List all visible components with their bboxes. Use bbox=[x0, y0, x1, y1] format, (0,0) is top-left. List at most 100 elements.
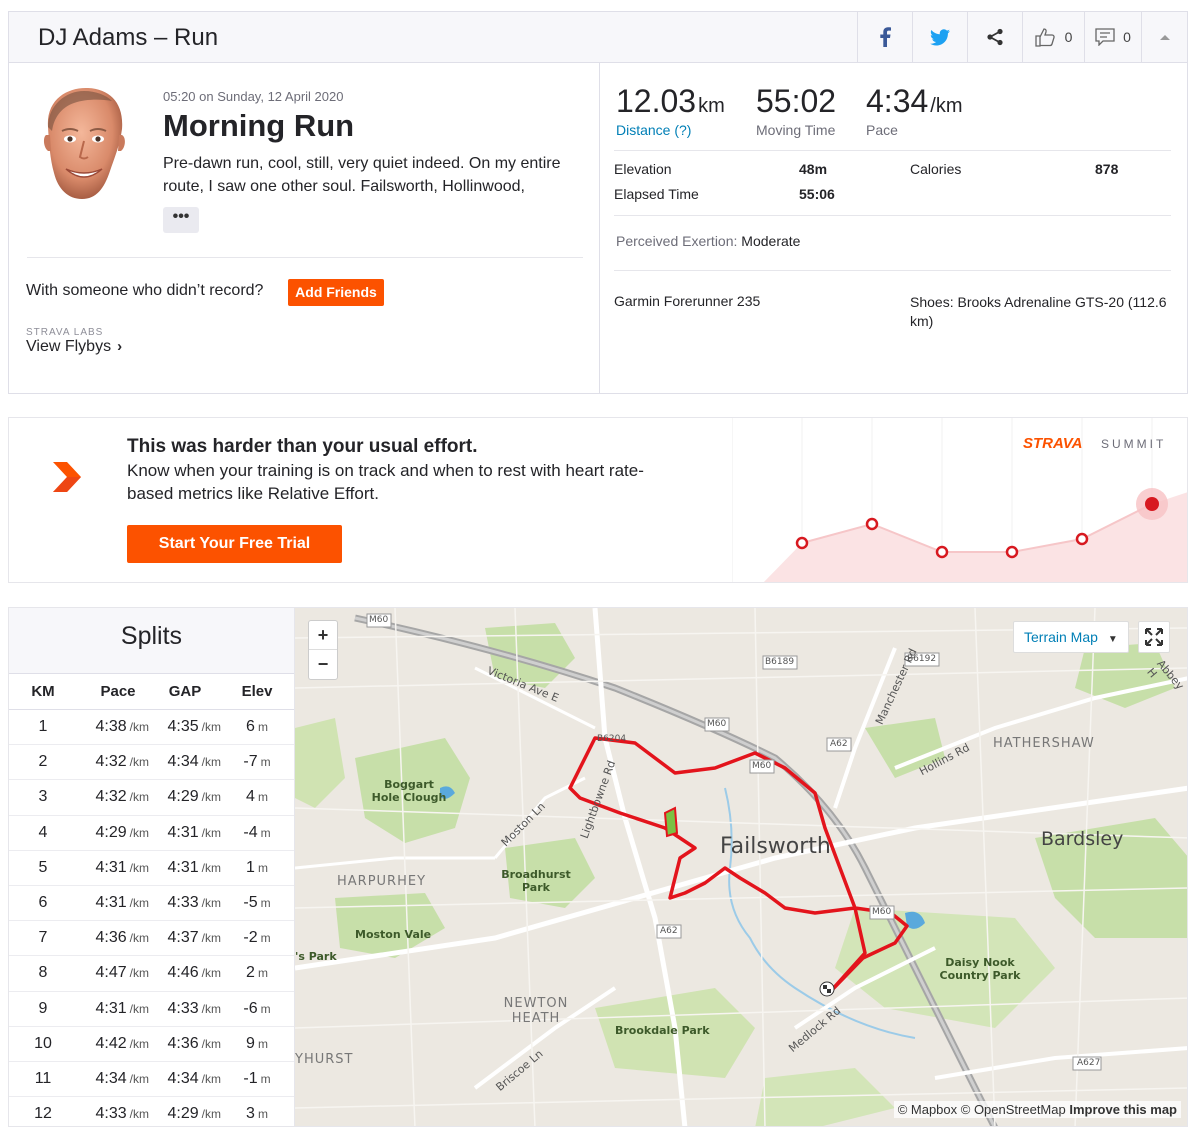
map-label-m60-4: M60 bbox=[872, 907, 892, 917]
split-km: 4 bbox=[38, 823, 48, 841]
split-gap-value: 4:36 bbox=[167, 1034, 199, 1052]
show-more-button[interactable]: ••• bbox=[163, 207, 199, 233]
effort-point bbox=[1075, 532, 1089, 546]
zoom-in-button[interactable]: + bbox=[309, 621, 337, 650]
table-row: 1 4:38/km 4:35/km 6 m bbox=[9, 710, 294, 746]
distance-help-link[interactable]: Distance (?) bbox=[616, 122, 725, 138]
share-icon bbox=[987, 28, 1003, 46]
split-pace-unit: /km bbox=[129, 860, 149, 875]
divider bbox=[614, 150, 1171, 151]
split-pace-value: 4:31 bbox=[95, 894, 127, 912]
terrain-map-dropdown[interactable]: Terrain Map ▼ bbox=[1013, 621, 1129, 653]
twitter-share-button[interactable] bbox=[912, 12, 967, 62]
split-km: 11 bbox=[34, 1069, 52, 1087]
pace-label: Pace bbox=[866, 122, 898, 138]
elevation-value: 48m bbox=[799, 161, 828, 177]
elevation-label: Elevation bbox=[614, 161, 672, 177]
kudos-button[interactable]: 0 bbox=[1022, 12, 1084, 62]
split-gap: 4:37/km bbox=[149, 929, 221, 947]
split-gap-value: 4:34 bbox=[167, 753, 199, 771]
facebook-share-button[interactable] bbox=[857, 12, 912, 62]
split-elev: -5 m bbox=[221, 894, 293, 912]
improve-map-link[interactable]: Improve this map bbox=[1069, 1102, 1177, 1117]
comments-count: 0 bbox=[1123, 29, 1131, 45]
split-km: 1 bbox=[38, 718, 48, 736]
split-elev-unit: m bbox=[257, 1036, 268, 1051]
split-pace-value: 4:38 bbox=[95, 718, 127, 736]
map-label-newton-heath: NEWTON HEATH bbox=[503, 996, 569, 1026]
activity-summary: 05:20 on Sunday, 12 April 2020 Morning R… bbox=[8, 63, 1188, 394]
table-row: 7 4:36/km 4:37/km -2 m bbox=[9, 921, 294, 957]
split-gap-value: 4:37 bbox=[167, 929, 199, 947]
comments-button[interactable]: 0 bbox=[1084, 12, 1141, 62]
share-button[interactable] bbox=[967, 12, 1022, 62]
split-gap-unit: /km bbox=[201, 1001, 221, 1016]
add-friends-button[interactable]: Add Friends bbox=[288, 279, 384, 306]
moving-time-value: 55:02 bbox=[756, 83, 837, 119]
route-finish-marker bbox=[819, 981, 835, 997]
split-elev-unit: m bbox=[257, 860, 268, 875]
upsell-text: Know when your training is on track and … bbox=[127, 461, 644, 503]
split-pace: 4:31/km bbox=[77, 1000, 149, 1018]
map-label-hathershaw: HATHERSHAW bbox=[993, 736, 1095, 751]
split-km: 9 bbox=[38, 999, 48, 1017]
split-elev-value: -4 bbox=[243, 823, 258, 841]
divider bbox=[27, 257, 583, 258]
zoom-controls: + − bbox=[308, 620, 338, 680]
distance-stat: 12.03 km Distance (?) bbox=[616, 83, 725, 138]
split-pace-value: 4:32 bbox=[95, 788, 127, 806]
split-gap-value: 4:34 bbox=[167, 1069, 199, 1087]
map-label-m60: M60 bbox=[369, 615, 389, 625]
map-label-s-park: 's Park bbox=[295, 950, 337, 963]
col-elev: Elev bbox=[241, 683, 273, 700]
pace-stat: 4:34/km Pace bbox=[866, 83, 963, 138]
split-elev-value: -2 bbox=[243, 929, 258, 947]
col-km: KM bbox=[31, 683, 55, 700]
split-gap: 4:34/km bbox=[149, 1070, 221, 1088]
split-gap-value: 4:35 bbox=[167, 718, 199, 736]
map-label-yhurst: YHURST bbox=[295, 1052, 354, 1067]
pace-value: 4:34 bbox=[866, 83, 929, 119]
split-elev-value: -5 bbox=[243, 894, 258, 912]
split-pace: 4:31/km bbox=[77, 859, 149, 877]
split-elev: 1m bbox=[221, 859, 293, 877]
map-label-bardsley: Bardsley bbox=[1041, 828, 1124, 850]
split-gap: 4:34/km bbox=[149, 753, 221, 771]
split-km: 12 bbox=[34, 1105, 52, 1123]
split-elev-value: -7 bbox=[243, 753, 258, 771]
split-elev-value: 3 bbox=[246, 1105, 255, 1123]
map-label-daisy-nook: Daisy Nook Country Park bbox=[939, 956, 1021, 982]
activity-header: DJ Adams – Run 0 0 bbox=[8, 11, 1188, 63]
split-elev-unit: m bbox=[260, 1001, 271, 1016]
split-pace: 4:32/km bbox=[77, 753, 149, 771]
table-row: 3 4:32/km 4:29/km 4 m bbox=[9, 780, 294, 816]
split-elev-unit: m bbox=[260, 896, 271, 911]
splits-title: Splits bbox=[9, 608, 294, 674]
summit-label: SUMMIT bbox=[1101, 437, 1167, 451]
elapsed-time-value: 55:06 bbox=[799, 186, 835, 202]
collapse-button[interactable] bbox=[1141, 12, 1188, 62]
split-pace-unit: /km bbox=[129, 896, 149, 911]
split-gap-unit: /km bbox=[201, 720, 221, 735]
activity-date: 05:20 on Sunday, 12 April 2020 bbox=[163, 89, 344, 104]
effort-point bbox=[935, 545, 949, 559]
split-elev: -6 m bbox=[221, 1000, 293, 1018]
route-start-marker bbox=[663, 806, 679, 838]
activity-title: Morning Run bbox=[163, 108, 355, 143]
thumbs-up-icon bbox=[1034, 28, 1055, 47]
split-elev: -7 m bbox=[221, 753, 293, 771]
zoom-out-button[interactable]: − bbox=[309, 650, 337, 679]
split-pace: 4:42/km bbox=[77, 1035, 149, 1053]
athlete-avatar[interactable] bbox=[40, 85, 128, 201]
split-gap-unit: /km bbox=[201, 931, 221, 946]
view-flybys-link[interactable]: View Flybys › bbox=[26, 338, 122, 356]
map-label-m60-3: M60 bbox=[752, 761, 772, 771]
split-gap: 4:35/km bbox=[149, 718, 221, 736]
route-map[interactable]: M60 B6189 B6192 M60 M60 A62 A62 M60 A627… bbox=[294, 607, 1188, 1127]
view-flybys-label: View Flybys bbox=[26, 338, 112, 355]
fullscreen-button[interactable] bbox=[1138, 621, 1170, 653]
split-elev-unit: m bbox=[260, 931, 271, 946]
comment-icon bbox=[1095, 28, 1115, 46]
start-free-trial-button[interactable]: Start Your Free Trial bbox=[127, 525, 342, 563]
split-pace-unit: /km bbox=[129, 755, 149, 770]
